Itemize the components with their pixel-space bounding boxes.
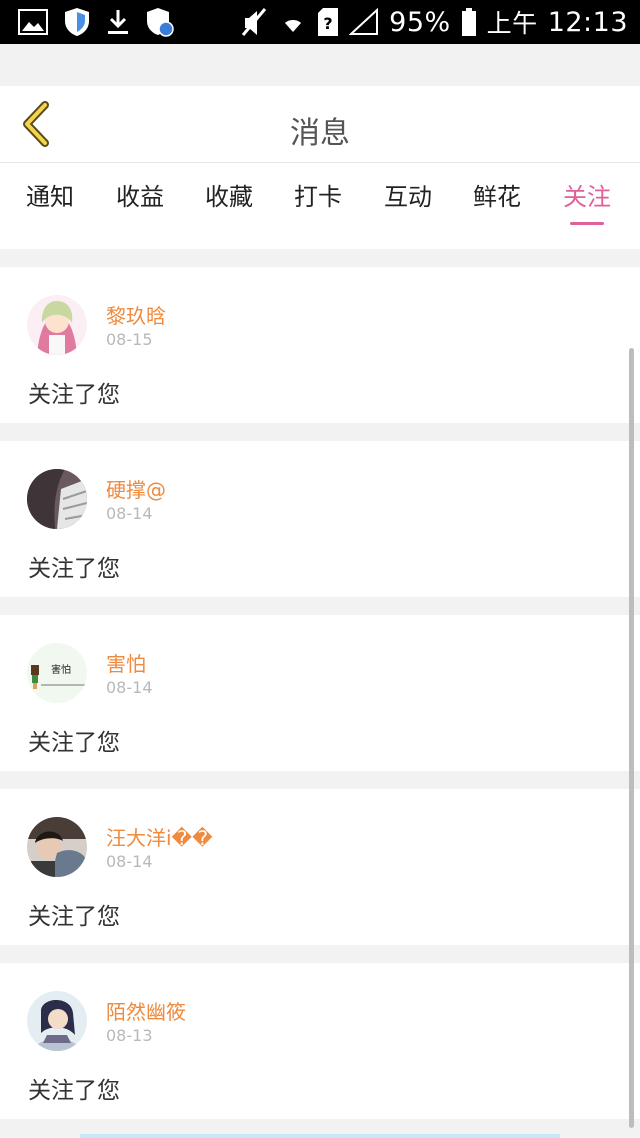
tab-favorites[interactable]: 收藏: [205, 177, 253, 212]
user-name[interactable]: 害怕: [106, 648, 146, 677]
avatar[interactable]: 害怕: [27, 643, 87, 703]
follow-date: 08-14: [106, 852, 153, 871]
sim-unknown-icon: ?: [317, 7, 339, 37]
bottom-edge: [80, 1134, 560, 1138]
follow-date: 08-14: [106, 504, 153, 523]
battery-percent: 95%: [389, 6, 451, 38]
download-icon: [106, 8, 130, 36]
message-text: 关注了您: [28, 1078, 120, 1104]
scrollbar[interactable]: [629, 348, 634, 1128]
mute-icon: [241, 7, 269, 37]
ampm-label: 上午: [486, 9, 538, 38]
list-item[interactable]: 汪大洋i�� 08-14 关注了您: [0, 789, 640, 945]
list-item[interactable]: 硬撑@ 08-14 关注了您: [0, 441, 640, 597]
message-text: 关注了您: [28, 904, 120, 930]
svg-text:?: ?: [324, 14, 333, 33]
list-item[interactable]: 陌然幽筱 08-13 关注了您: [0, 963, 640, 1119]
tab-bar: 通知 收益 收藏 打卡 互动 鲜花 关注: [0, 163, 640, 225]
message-text: 关注了您: [28, 382, 120, 408]
avatar[interactable]: [27, 991, 87, 1051]
header-spacer: [0, 44, 640, 86]
app-header: 消息: [0, 86, 640, 163]
message-text: 关注了您: [28, 556, 120, 582]
user-name[interactable]: 硬撑@: [106, 474, 166, 503]
user-name[interactable]: 汪大洋i��: [106, 822, 213, 851]
page-title: 消息: [290, 116, 350, 151]
avatar[interactable]: [27, 469, 87, 529]
partial-card: [0, 225, 640, 249]
image-icon: [18, 9, 48, 35]
clock: 12:13: [547, 6, 628, 38]
status-bar: ? 95% 上午 12:13: [0, 0, 640, 44]
tab-notice[interactable]: 通知: [26, 177, 74, 212]
message-text: 关注了您: [28, 730, 120, 756]
user-name[interactable]: 黎玖晗: [106, 300, 166, 329]
follow-list: 黎玖晗 08-15 关注了您 硬撑@ 08-14 关注了您 害怕 害怕 08-1…: [0, 267, 640, 1137]
avatar[interactable]: [27, 295, 87, 355]
shield-icon: [64, 7, 90, 37]
avatar-text: 害怕: [51, 663, 71, 676]
follow-date: 08-13: [106, 1026, 153, 1045]
user-name[interactable]: 陌然幽筱: [106, 996, 186, 1025]
list-item[interactable]: 黎玖晗 08-15 关注了您: [0, 267, 640, 423]
wifi-icon: [279, 10, 307, 34]
tab-follow[interactable]: 关注: [563, 177, 611, 225]
follow-date: 08-14: [106, 678, 153, 697]
tab-earnings[interactable]: 收益: [116, 177, 164, 212]
tab-checkin[interactable]: 打卡: [294, 177, 342, 212]
list-item[interactable]: 害怕 害怕 08-14 关注了您: [0, 615, 640, 771]
avatar[interactable]: [27, 817, 87, 877]
follow-date: 08-15: [106, 330, 153, 349]
shield-badge-icon: [146, 7, 174, 37]
tab-flowers[interactable]: 鲜花: [473, 177, 521, 212]
signal-icon: [349, 8, 379, 36]
tab-interaction[interactable]: 互动: [384, 177, 432, 212]
battery-icon: [461, 7, 477, 37]
